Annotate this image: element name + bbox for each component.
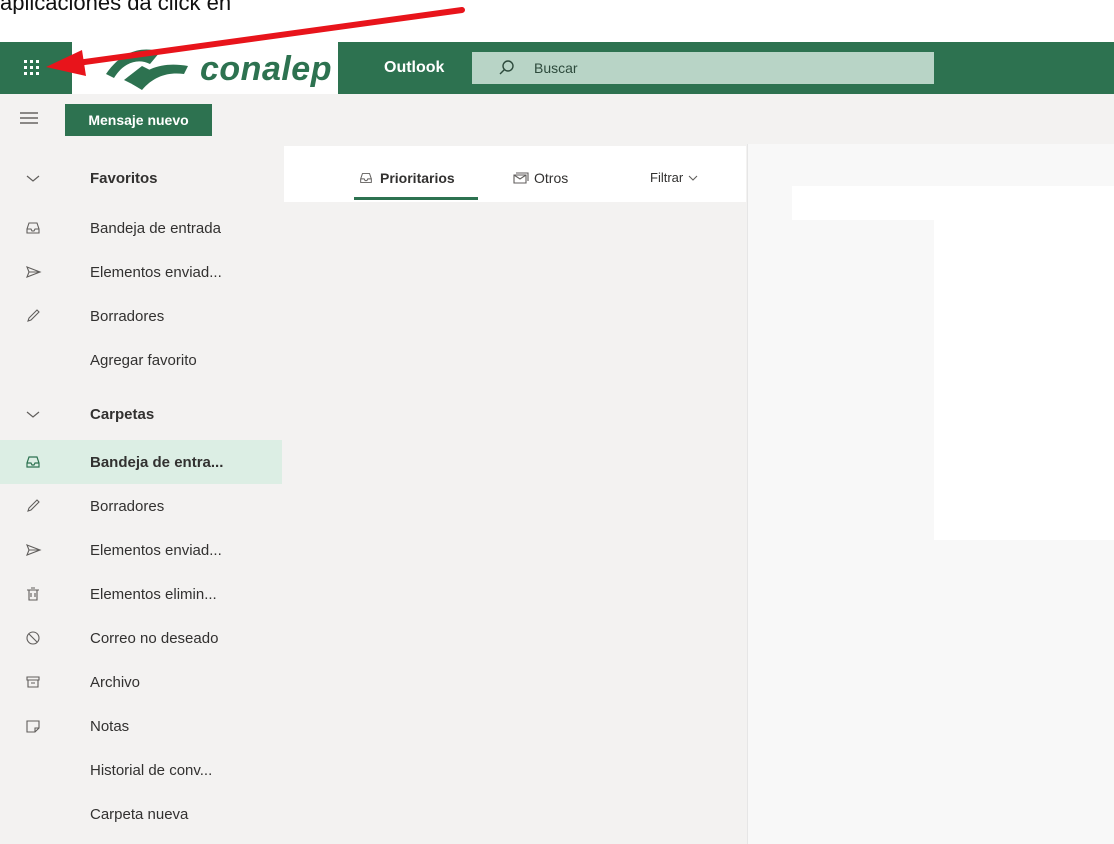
search-box[interactable] xyxy=(472,52,934,84)
folder-item-notes[interactable]: Notas xyxy=(0,704,282,748)
favorite-item-label: Elementos enviad... xyxy=(90,263,222,281)
favorite-item-label: Borradores xyxy=(90,307,165,325)
trash-icon xyxy=(27,587,39,601)
waffle-icon xyxy=(24,60,39,75)
pencil-icon xyxy=(27,499,40,512)
search-icon xyxy=(499,60,514,75)
reading-pane-header xyxy=(792,186,1114,220)
folder-item-inbox[interactable]: Bandeja de entra... xyxy=(0,440,282,484)
folder-item-sent[interactable]: Elementos enviad... xyxy=(0,528,282,572)
message-list-pane xyxy=(282,144,748,844)
folder-item-drafts[interactable]: Borradores xyxy=(0,484,282,528)
mail-stack-icon xyxy=(513,172,529,184)
tab-other-label: Otros xyxy=(534,170,569,186)
favorite-item-inbox[interactable]: Bandeja de entrada xyxy=(0,206,282,250)
chevron-down-icon xyxy=(26,175,40,182)
app-launcher-button[interactable] xyxy=(10,48,54,88)
chevron-down-icon xyxy=(688,175,698,181)
favorite-item-label: Bandeja de entrada xyxy=(90,219,221,237)
reading-pane-card xyxy=(934,220,1114,540)
add-favorite-link[interactable]: Agregar favorito xyxy=(0,338,282,382)
favorite-item-drafts[interactable]: Borradores xyxy=(0,294,282,338)
folder-item-label: Elementos enviad... xyxy=(90,541,222,559)
pencil-icon xyxy=(27,309,40,322)
instruction-caption: aplicaciones da click en xyxy=(0,0,232,14)
tab-active-indicator xyxy=(354,197,478,200)
folder-item-label: Historial de conv... xyxy=(90,761,213,779)
favorite-item-sent[interactable]: Elementos enviad... xyxy=(0,250,282,294)
app-name[interactable]: Outlook xyxy=(384,59,444,77)
hamburger-icon[interactable] xyxy=(18,108,42,128)
folder-item-label: Notas xyxy=(90,717,130,735)
send-icon xyxy=(26,266,42,278)
folder-item-label: Archivo xyxy=(90,673,141,691)
add-favorite-label: Agregar favorito xyxy=(90,351,197,369)
new-folder-link[interactable]: Carpeta nueva xyxy=(0,792,282,836)
folder-item-label: Elementos elimin... xyxy=(90,585,217,603)
folder-item-junk[interactable]: Correo no deseado xyxy=(0,616,282,660)
send-icon xyxy=(26,544,42,556)
tab-focused-label: Prioritarios xyxy=(380,170,455,186)
tab-focused[interactable]: Prioritarios xyxy=(358,170,455,186)
folders-label: Carpetas xyxy=(90,405,155,423)
tab-other[interactable]: Otros xyxy=(512,170,568,186)
inbox-icon xyxy=(26,456,40,468)
folder-item-label: Correo no deseado xyxy=(90,629,219,647)
favorites-header[interactable]: Favoritos xyxy=(0,156,282,200)
folder-item-deleted[interactable]: Elementos elimin... xyxy=(0,572,282,616)
folders-header[interactable]: Carpetas xyxy=(0,392,282,436)
conalep-logo-mark xyxy=(106,49,188,90)
conalep-logo[interactable]: conalep xyxy=(72,42,338,94)
folder-item-label: Bandeja de entra... xyxy=(90,453,224,471)
folder-item-label: Borradores xyxy=(90,497,165,515)
filter-button[interactable]: Filtrar xyxy=(650,170,699,185)
inbox-icon xyxy=(26,222,40,234)
filter-label: Filtrar xyxy=(650,170,684,185)
archive-icon xyxy=(26,676,40,688)
note-icon xyxy=(26,720,40,733)
chevron-down-icon xyxy=(26,411,40,418)
favorites-label: Favoritos xyxy=(90,169,158,187)
new-folder-label: Carpeta nueva xyxy=(90,805,189,823)
blocked-icon xyxy=(26,631,40,645)
folder-item-conversation-history[interactable]: Historial de conv... xyxy=(0,748,282,792)
folder-item-archive[interactable]: Archivo xyxy=(0,660,282,704)
new-message-button[interactable]: Mensaje nuevo xyxy=(65,104,212,136)
search-input[interactable] xyxy=(532,59,916,77)
logo-text: conalep xyxy=(200,50,332,88)
inbox-icon xyxy=(360,173,372,183)
